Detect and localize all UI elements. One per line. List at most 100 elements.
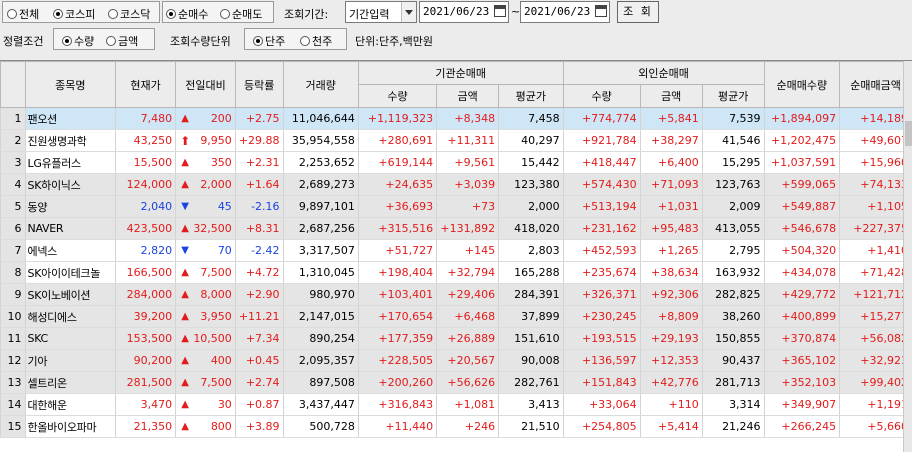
change-value: 45 <box>217 200 232 213</box>
radio-circle <box>62 36 72 46</box>
table-row[interactable]: 12 기아 90,200 ▲ 400 +0.45 2,095,357 +228,505 +20,… <box>0 349 912 372</box>
calendar-icon[interactable] <box>494 5 506 17</box>
net-amount: +15,960 <box>839 151 912 174</box>
vertical-scrollbar[interactable] <box>903 61 912 452</box>
foreign-amount: +92,306 <box>639 283 703 306</box>
table-row[interactable]: 9 SK이노베이션 284,000 ▲ 8,000 +2.90 980,970 +103,40… <box>0 283 912 306</box>
sort-radio-amount[interactable]: 금액 <box>106 33 138 49</box>
unit-radio-group: 단주 천주 <box>244 28 347 50</box>
header-foreign-avg[interactable]: 평균가 <box>701 84 765 108</box>
date-to-input[interactable]: 2021/06/23 <box>520 1 610 23</box>
foreign-qty: +574,430 <box>562 173 641 196</box>
up-triangle-icon: ▲ <box>181 311 189 322</box>
current-price: 3,470 <box>115 393 177 416</box>
up-triangle-icon: ▲ <box>181 377 189 388</box>
foreign-amount: +38,634 <box>639 261 703 284</box>
table-row[interactable]: 4 SK하이닉스 124,000 ▲ 2,000 +1.64 2,689,273 +24,63… <box>0 173 912 196</box>
market-radio-kosdaq[interactable]: 코스닥 <box>108 6 150 22</box>
net-amount: +1,191 <box>839 393 912 416</box>
inst-qty: +24,635 <box>357 173 438 196</box>
period-select[interactable]: 기간입력 <box>345 1 417 23</box>
inst-qty: +619,144 <box>357 151 438 174</box>
net-qty: +434,078 <box>763 261 841 284</box>
table-row[interactable]: 15 한올바이오파마 21,350 ▲ 800 +3.89 500,728 +11,440 +2… <box>0 415 912 438</box>
row-number: 11 <box>0 327 26 350</box>
inst-avg-price: 418,020 <box>498 217 564 240</box>
row-number: 13 <box>0 371 26 394</box>
market-radio-all[interactable]: 전체 <box>7 6 39 22</box>
table-row[interactable]: 11 SKC 153,500 ▲ 10,500 +7.34 890,254 +177,359 +… <box>0 327 912 350</box>
header-net-amount[interactable]: 순매매금액 <box>839 61 912 108</box>
net-amount: +14,189 <box>839 107 912 130</box>
change-rate: +4.72 <box>234 261 284 284</box>
direction-radio-netsell[interactable]: 순매도 <box>220 6 262 22</box>
table-row[interactable]: 2 진원생명과학 43,250 ⬆ 9,950 +29.88 35,954,558 +280,… <box>0 129 912 152</box>
header-change[interactable]: 전일대비 <box>175 61 236 108</box>
change-cell: ▲ 30 <box>175 393 236 416</box>
stock-name: 에넥스 <box>24 239 117 262</box>
change-value: 200 <box>210 112 232 125</box>
net-trading-grid: 종목명 현재가 전일대비 등락률 거래량 기관순매매 외인순매매 순매매수량 순… <box>0 60 912 452</box>
up-triangle-icon: ▲ <box>181 179 189 190</box>
inst-qty: +280,691 <box>357 129 438 152</box>
sort-radio-qty[interactable]: 수량 <box>62 33 94 49</box>
calendar-icon[interactable] <box>595 5 607 17</box>
direction-radio-netbuy[interactable]: 순매수 <box>166 6 208 22</box>
scrollbar-thumb[interactable] <box>905 121 912 146</box>
up-triangle-icon: ▲ <box>181 113 189 124</box>
date-from-value: 2021/06/23 <box>423 5 490 18</box>
header-net-qty[interactable]: 순매매수량 <box>763 61 841 108</box>
inst-amount: +246 <box>436 415 500 438</box>
change-rate: +11.21 <box>234 305 284 328</box>
current-price: 21,350 <box>115 415 177 438</box>
unit-radio-thousand[interactable]: 천주 <box>300 33 332 49</box>
table-row[interactable]: 7 에넥스 2,820 ▼ 70 -2.42 3,317,507 +51,727 +145 2,8… <box>0 239 912 262</box>
inst-amount: +29,406 <box>436 283 500 306</box>
header-foreign-amount[interactable]: 금액 <box>639 84 703 108</box>
header-group-foreign: 외인순매매 <box>562 61 765 85</box>
header-inst-qty[interactable]: 수량 <box>357 84 438 108</box>
header-name[interactable]: 종목명 <box>24 61 117 108</box>
header-inst-avg[interactable]: 평균가 <box>498 84 564 108</box>
table-row[interactable]: 1 팬오션 7,480 ▲ 200 +2.75 11,046,644 +1,119,323 +8… <box>0 107 912 130</box>
row-number: 12 <box>0 349 26 372</box>
table-row[interactable]: 8 SK아이이테크놀 166,500 ▲ 7,500 +4.72 1,310,045 +198… <box>0 261 912 284</box>
change-rate: -2.16 <box>234 195 284 218</box>
table-row[interactable]: 14 대한해운 3,470 ▲ 30 +0.87 3,437,447 +316,843 +1,0… <box>0 393 912 416</box>
market-radio-kospi[interactable]: 코스피 <box>53 6 95 22</box>
net-qty: +599,065 <box>763 173 841 196</box>
table-row[interactable]: 6 NAVER 423,500 ▲ 32,500 +8.31 2,687,256 +315,5… <box>0 217 912 240</box>
down-triangle-icon: ▼ <box>181 201 189 212</box>
radio-circle <box>300 36 310 46</box>
change-cell: ▲ 3,950 <box>175 305 236 328</box>
table-row[interactable]: 10 해성디에스 39,200 ▲ 3,950 +11.21 2,147,015 +170,6… <box>0 305 912 328</box>
foreign-qty: +774,774 <box>562 107 641 130</box>
inst-amount: +20,567 <box>436 349 500 372</box>
header-rate[interactable]: 등락률 <box>234 61 284 108</box>
table-row[interactable]: 13 셀트리온 281,500 ▲ 7,500 +2.74 897,508 +200,260 +… <box>0 371 912 394</box>
change-value: 8,000 <box>200 288 232 301</box>
header-volume[interactable]: 거래량 <box>282 61 359 108</box>
table-row[interactable]: 3 LG유플러스 15,500 ▲ 350 +2.31 2,253,652 +619,144 +… <box>0 151 912 174</box>
inst-amount: +11,311 <box>436 129 500 152</box>
volume: 2,147,015 <box>282 305 359 328</box>
search-button[interactable]: 조 회 <box>617 1 659 23</box>
header-group-institution: 기관순매매 <box>357 61 564 85</box>
period-select-value: 기간입력 <box>349 8 390 21</box>
foreign-qty: +921,784 <box>562 129 641 152</box>
chevron-down-icon[interactable] <box>401 2 416 22</box>
header-price[interactable]: 현재가 <box>115 61 177 108</box>
current-price: 281,500 <box>115 371 177 394</box>
stock-name: 셀트리온 <box>24 371 117 394</box>
table-row[interactable]: 5 동양 2,040 ▼ 45 -2.16 9,897,101 +36,693 +73 2,000… <box>0 195 912 218</box>
unit-radio-single[interactable]: 단주 <box>253 33 285 49</box>
date-from-input[interactable]: 2021/06/23 <box>419 1 509 23</box>
header-foreign-qty[interactable]: 수량 <box>562 84 641 108</box>
radio-circle <box>7 9 17 19</box>
row-number: 9 <box>0 283 26 306</box>
foreign-avg-price: 150,855 <box>701 327 765 350</box>
net-qty: +1,037,591 <box>763 151 841 174</box>
inst-avg-price: 282,761 <box>498 371 564 394</box>
change-rate: +2.74 <box>234 371 284 394</box>
header-inst-amount[interactable]: 금액 <box>436 84 500 108</box>
